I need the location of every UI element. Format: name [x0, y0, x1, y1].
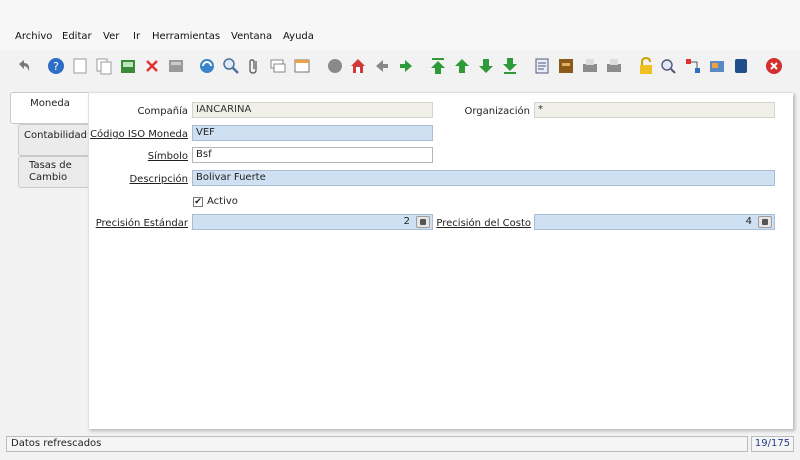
attachment-icon[interactable]	[244, 55, 264, 77]
standard-precision-label-text: Precisión Estándar	[95, 218, 188, 229]
undo-icon[interactable]	[14, 55, 34, 77]
active-checkbox[interactable]: ✔	[193, 197, 203, 207]
archive-icon[interactable]	[556, 55, 576, 77]
report-icon[interactable]	[532, 55, 552, 77]
last-record-icon[interactable]	[500, 55, 520, 77]
description-label-text: Descripción	[129, 174, 188, 185]
iso-code-field[interactable]: VEF	[192, 125, 433, 141]
refresh-icon[interactable]	[197, 55, 217, 77]
menu-ventana[interactable]: Ventana	[231, 31, 272, 42]
iso-code-label: Código ISO Moneda	[86, 129, 188, 140]
organization-field[interactable]: *	[534, 102, 775, 118]
svg-text:?: ?	[53, 60, 59, 73]
company-field[interactable]: IANCARINA	[192, 102, 433, 118]
child-icon[interactable]	[476, 55, 496, 77]
calculator-icon[interactable]	[416, 216, 430, 228]
first-record-icon[interactable]	[428, 55, 448, 77]
description-field[interactable]: Bolivar Fuerte	[192, 170, 775, 186]
history-icon[interactable]	[325, 55, 345, 77]
parent-icon[interactable]	[452, 55, 472, 77]
tab-tasas-de-cambio[interactable]: Tasas de Cambio	[18, 156, 89, 188]
copy-record-icon[interactable]	[94, 55, 114, 77]
close-window-icon[interactable]	[764, 55, 784, 77]
find-icon[interactable]	[221, 55, 241, 77]
calculator-icon[interactable]	[758, 216, 772, 228]
help-icon[interactable]: ?	[46, 55, 66, 77]
home-icon[interactable]	[348, 55, 368, 77]
print-preview2-icon[interactable]	[604, 55, 624, 77]
workflow-icon[interactable]	[683, 55, 703, 77]
menu-bar: Archivo Editar Ver Ir Herramientas Venta…	[0, 0, 800, 50]
standard-precision-field[interactable]: 2	[192, 214, 433, 230]
product-info-icon[interactable]	[707, 55, 727, 77]
menu-editar[interactable]: Editar	[62, 31, 92, 42]
tab-tasas-de-cambio-label: Tasas de Cambio	[29, 160, 72, 183]
cost-precision-label: Precisión del Costo	[436, 218, 531, 229]
standard-precision-value: 2	[403, 216, 410, 227]
toolbar: ?	[0, 55, 800, 83]
menu-herramientas[interactable]: Herramientas	[152, 31, 220, 42]
record-count-badge[interactable]: 19/175	[751, 436, 794, 452]
active-label: Activo	[207, 196, 238, 207]
cost-precision-field[interactable]: 4	[534, 214, 775, 230]
tab-contabilidad-label: Contabilidad	[24, 130, 87, 141]
iso-code-label-text: Código ISO Moneda	[90, 129, 188, 140]
next-icon[interactable]	[396, 55, 416, 77]
menu-ayuda[interactable]: Ayuda	[283, 31, 314, 42]
menu-ver[interactable]: Ver	[103, 31, 119, 42]
previous-icon[interactable]	[372, 55, 392, 77]
chat-icon[interactable]	[268, 55, 288, 77]
status-bar: Datos refrescados	[6, 436, 748, 452]
cost-precision-value: 4	[745, 216, 752, 227]
calendar-icon[interactable]	[731, 55, 751, 77]
cost-precision-label-text: Precisión del Costo	[436, 218, 531, 229]
record-panel	[88, 92, 793, 429]
zoom-across-icon[interactable]	[659, 55, 679, 77]
grid-toggle-icon[interactable]	[292, 55, 312, 77]
print-preview-icon[interactable]	[166, 55, 186, 77]
organization-label: Organización	[464, 106, 530, 117]
tab-moneda-label: Moneda	[30, 98, 70, 109]
symbol-label: Símbolo	[100, 151, 188, 162]
tab-contabilidad[interactable]: Contabilidad	[18, 124, 89, 156]
lock-icon[interactable]	[636, 55, 656, 77]
menu-ir[interactable]: Ir	[133, 31, 140, 42]
print-icon[interactable]	[580, 55, 600, 77]
save-icon[interactable]	[118, 55, 138, 77]
symbol-label-text: Símbolo	[147, 151, 188, 162]
status-message: Datos refrescados	[11, 438, 102, 449]
delete-icon[interactable]	[142, 55, 162, 77]
menu-archivo[interactable]: Archivo	[15, 31, 52, 42]
symbol-field[interactable]: Bsf	[192, 147, 433, 163]
tab-moneda[interactable]: Moneda	[10, 92, 89, 124]
new-record-icon[interactable]	[70, 55, 90, 77]
standard-precision-label: Precisión Estándar	[86, 218, 188, 229]
company-label: Compañía	[137, 106, 188, 117]
description-label: Descripción	[100, 174, 188, 185]
